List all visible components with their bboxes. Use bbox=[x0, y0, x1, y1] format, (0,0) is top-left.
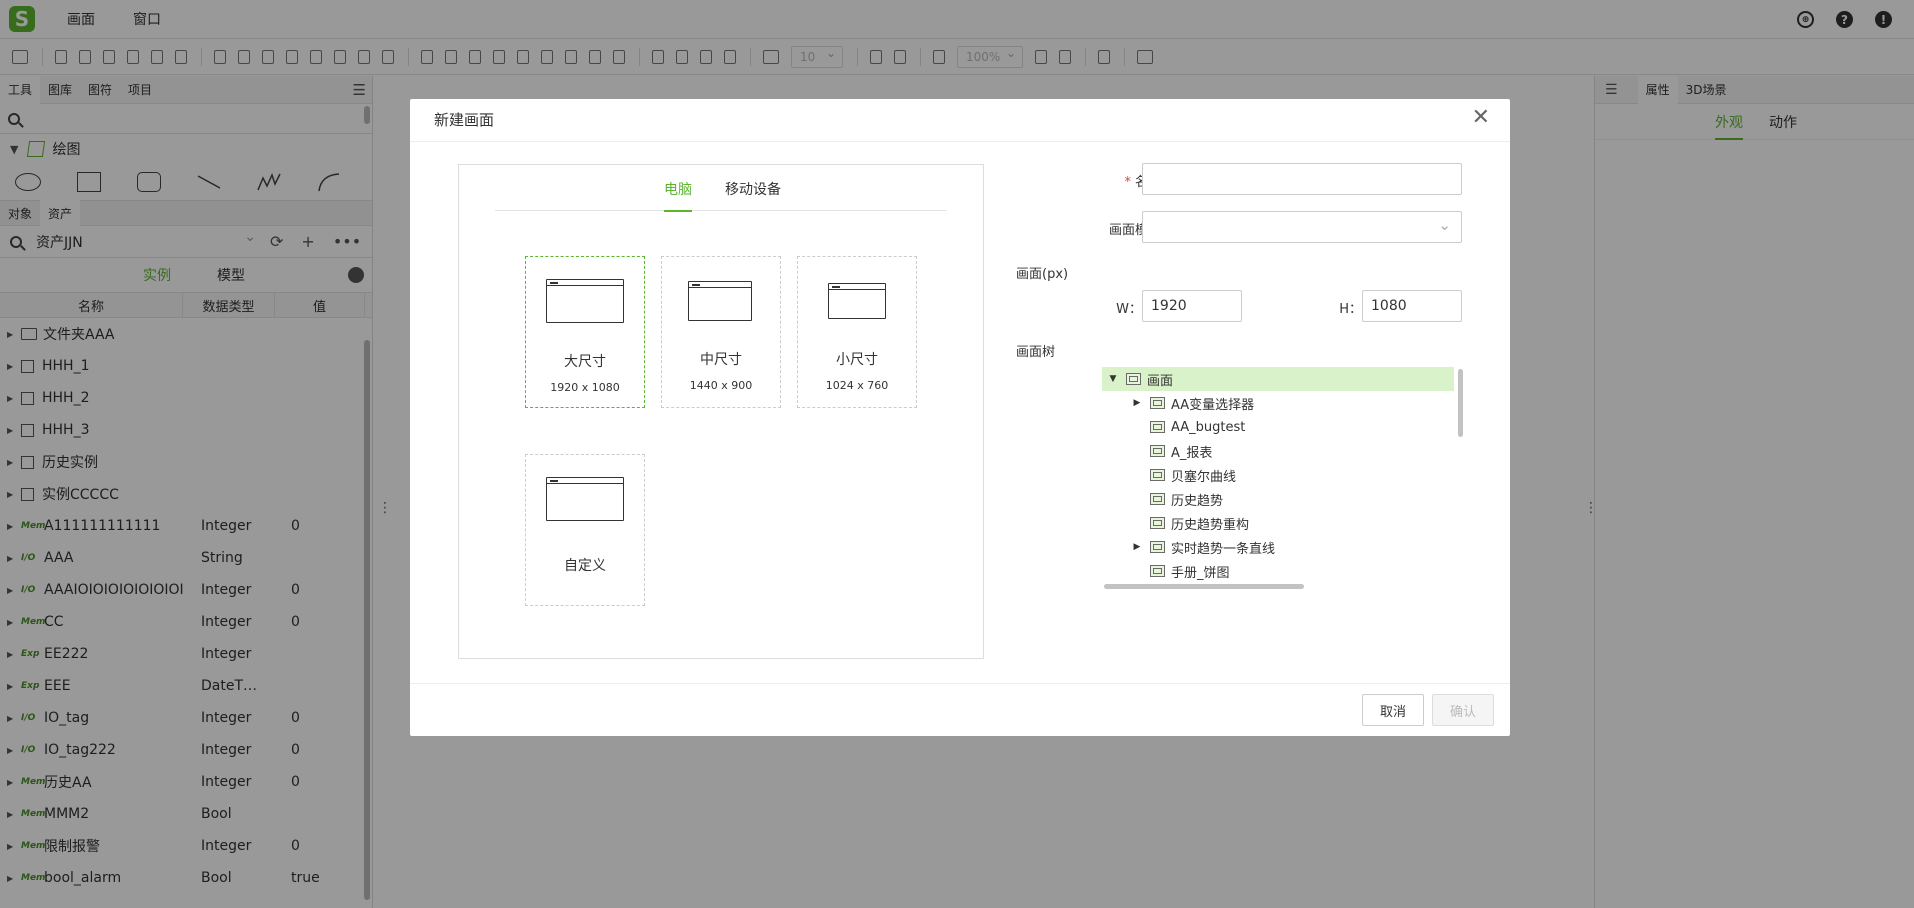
caret-right-icon[interactable]: ▶ bbox=[1132, 398, 1142, 408]
width-label: W： bbox=[1116, 302, 1142, 317]
tree-node[interactable]: 手册_饼图 bbox=[1102, 559, 1230, 583]
confirm-button[interactable]: 确认 bbox=[1432, 694, 1494, 726]
tree-node[interactable]: 历史趋势重构 bbox=[1102, 511, 1249, 535]
size-card-custom[interactable]: 自定义 bbox=[525, 454, 645, 606]
screen-icon bbox=[1150, 565, 1165, 577]
tree-node[interactable]: 历史趋势 bbox=[1102, 487, 1223, 511]
tree-node-label: AA_bugtest bbox=[1171, 419, 1246, 435]
tree-node-label: 手册_饼图 bbox=[1171, 565, 1230, 581]
size-card-large[interactable]: 大尺寸 1920 x 1080 bbox=[525, 256, 645, 408]
close-icon[interactable]: ✕ bbox=[1472, 107, 1490, 129]
tree-node-label: 历史趋势 bbox=[1171, 493, 1224, 509]
screen-tree-label: 画面树 bbox=[1016, 345, 1056, 360]
size-card-dims: 1440 x 900 bbox=[689, 379, 753, 392]
caret-down-icon[interactable]: ▼ bbox=[1108, 374, 1118, 384]
screen-icon bbox=[688, 281, 752, 321]
screen-icon bbox=[1150, 541, 1165, 553]
width-input[interactable]: 1920 bbox=[1142, 290, 1242, 322]
screen-icon bbox=[1126, 373, 1141, 385]
divider bbox=[410, 683, 1510, 684]
size-card-label: 大尺寸 bbox=[564, 354, 606, 370]
name-input[interactable] bbox=[1142, 163, 1462, 195]
template-select[interactable]: ⌄ bbox=[1142, 211, 1462, 243]
tree-node-label: 实时趋势一条直线 bbox=[1171, 541, 1276, 557]
screen-icon bbox=[546, 279, 624, 323]
screen-tree: ▼ 画面 ▶ AA变量选择器 AA_bugtest A_报表贝塞尔曲线历史趋势历史趋势重构… bbox=[1102, 367, 1462, 587]
tree-node-label: 贝塞尔曲线 bbox=[1171, 469, 1237, 485]
canvas-size-label: 画面(px) bbox=[1016, 267, 1069, 282]
size-card-medium[interactable]: 中尺寸 1440 x 900 bbox=[661, 256, 781, 408]
screen-icon bbox=[1150, 469, 1165, 481]
caret-right-icon[interactable]: ▶ bbox=[1132, 542, 1142, 552]
tree-node[interactable]: AA_bugtest bbox=[1102, 415, 1245, 439]
device-tabs: 电脑 移动设备 bbox=[495, 165, 947, 212]
size-card-label: 中尺寸 bbox=[700, 352, 742, 368]
size-preset-panel: 电脑 移动设备 大尺寸 1920 x 1080 中尺寸 1440 x 900 小… bbox=[458, 164, 984, 659]
height-input[interactable]: 1080 bbox=[1362, 290, 1462, 322]
tree-node-label: 画面 bbox=[1147, 373, 1174, 389]
height-label: H： bbox=[1339, 302, 1362, 317]
size-card-label: 小尺寸 bbox=[836, 352, 878, 368]
tree-node[interactable]: A_报表 bbox=[1102, 439, 1212, 463]
tree-node-label: 历史趋势重构 bbox=[1171, 517, 1250, 533]
tree-root-node[interactable]: ▼ 画面 bbox=[1102, 367, 1454, 391]
screen-icon bbox=[1150, 517, 1165, 529]
size-card-label: 自定义 bbox=[564, 558, 606, 574]
tree-node-label: AA变量选择器 bbox=[1171, 397, 1255, 413]
required-mark: * bbox=[1124, 175, 1131, 190]
tab-mobile[interactable]: 移动设备 bbox=[725, 179, 781, 199]
tree-vertical-scrollbar[interactable] bbox=[1458, 369, 1463, 437]
size-card-small[interactable]: 小尺寸 1024 x 760 bbox=[797, 256, 917, 408]
new-screen-dialog: 新建画面 ✕ 电脑 移动设备 大尺寸 1920 x 1080 中尺寸 1440 … bbox=[410, 99, 1510, 736]
size-card-dims: 1024 x 760 bbox=[825, 379, 889, 392]
screen-icon bbox=[1150, 493, 1165, 505]
screen-icon bbox=[1150, 397, 1165, 409]
screen-icon bbox=[1150, 421, 1165, 433]
screen-icon bbox=[828, 283, 886, 319]
divider bbox=[410, 141, 1510, 142]
tree-node-label: A_报表 bbox=[1171, 445, 1213, 461]
tree-horizontal-scrollbar[interactable] bbox=[1104, 584, 1304, 589]
tab-computer[interactable]: 电脑 bbox=[664, 179, 692, 212]
cancel-button[interactable]: 取消 bbox=[1362, 694, 1424, 726]
size-card-dims: 1920 x 1080 bbox=[550, 381, 620, 394]
dialog-title: 新建画面 bbox=[434, 111, 495, 129]
screen-icon bbox=[546, 477, 624, 521]
tree-node[interactable]: ▶ AA变量选择器 bbox=[1102, 391, 1254, 415]
tree-node[interactable]: ▶ 实时趋势一条直线 bbox=[1102, 535, 1275, 559]
tree-node[interactable]: 贝塞尔曲线 bbox=[1102, 463, 1236, 487]
screen-icon bbox=[1150, 445, 1165, 457]
chevron-down-icon: ⌄ bbox=[1438, 216, 1451, 234]
